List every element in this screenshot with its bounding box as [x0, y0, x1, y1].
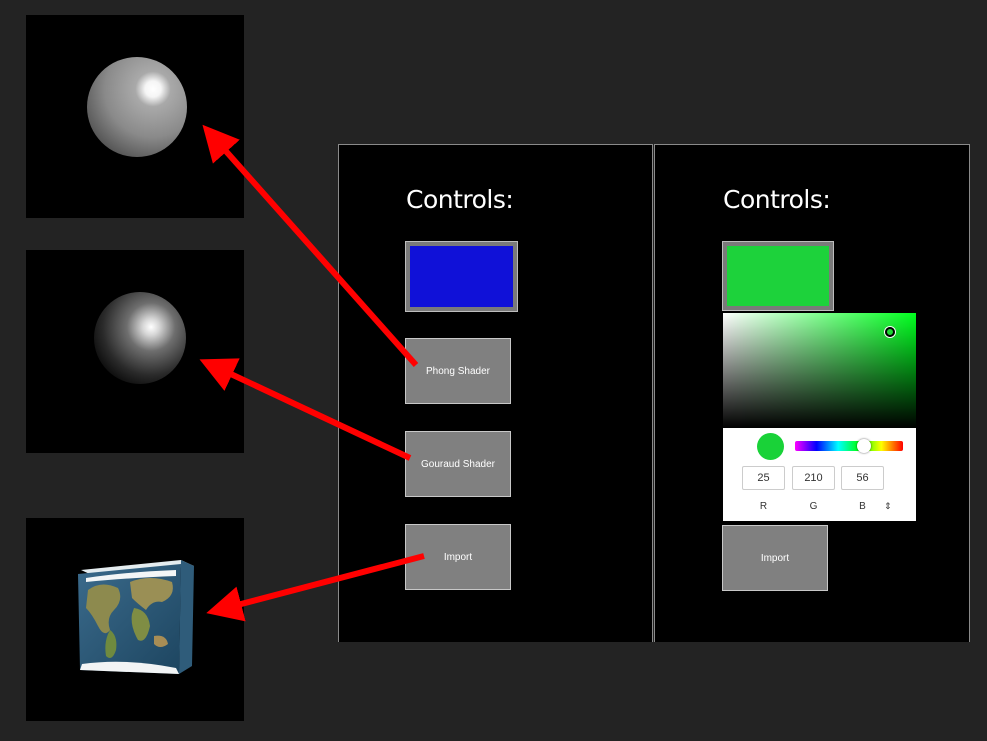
hue-slider-thumb[interactable]: [857, 439, 871, 453]
import-button[interactable]: Import: [722, 525, 828, 591]
import-button[interactable]: Import: [405, 524, 511, 590]
earth-cube-preview: [26, 518, 244, 721]
controls-panel-right: Controls: 25 210 56 R G B ⇕ Import: [654, 144, 970, 642]
color-swatch-button[interactable]: [722, 241, 834, 311]
phong-sphere-image: [87, 57, 187, 157]
format-toggle-icon[interactable]: ⇕: [884, 501, 892, 512]
current-color-preview: [757, 433, 784, 460]
color-picker-popup: 25 210 56 R G B ⇕: [723, 313, 916, 521]
controls-title: Controls:: [723, 185, 831, 214]
controls-title: Controls:: [406, 185, 514, 214]
blue-label: B: [859, 501, 866, 512]
red-input[interactable]: 25: [742, 466, 785, 490]
blue-input[interactable]: 56: [841, 466, 884, 490]
gouraud-sphere-image: [94, 292, 186, 384]
gouraud-sphere-preview: [26, 250, 244, 453]
red-label: R: [759, 501, 768, 512]
color-swatch-button[interactable]: [405, 241, 518, 312]
phong-sphere-preview: [26, 15, 244, 218]
green-label: G: [809, 501, 818, 512]
gouraud-shader-button[interactable]: Gouraud Shader: [405, 431, 511, 497]
earth-cube-image: [78, 560, 194, 674]
hue-slider[interactable]: [795, 441, 903, 451]
saturation-cursor[interactable]: [885, 327, 895, 337]
green-input[interactable]: 210: [792, 466, 835, 490]
phong-shader-button[interactable]: Phong Shader: [405, 338, 511, 404]
controls-panel-left: Controls: Phong Shader Gouraud Shader Im…: [338, 144, 653, 642]
